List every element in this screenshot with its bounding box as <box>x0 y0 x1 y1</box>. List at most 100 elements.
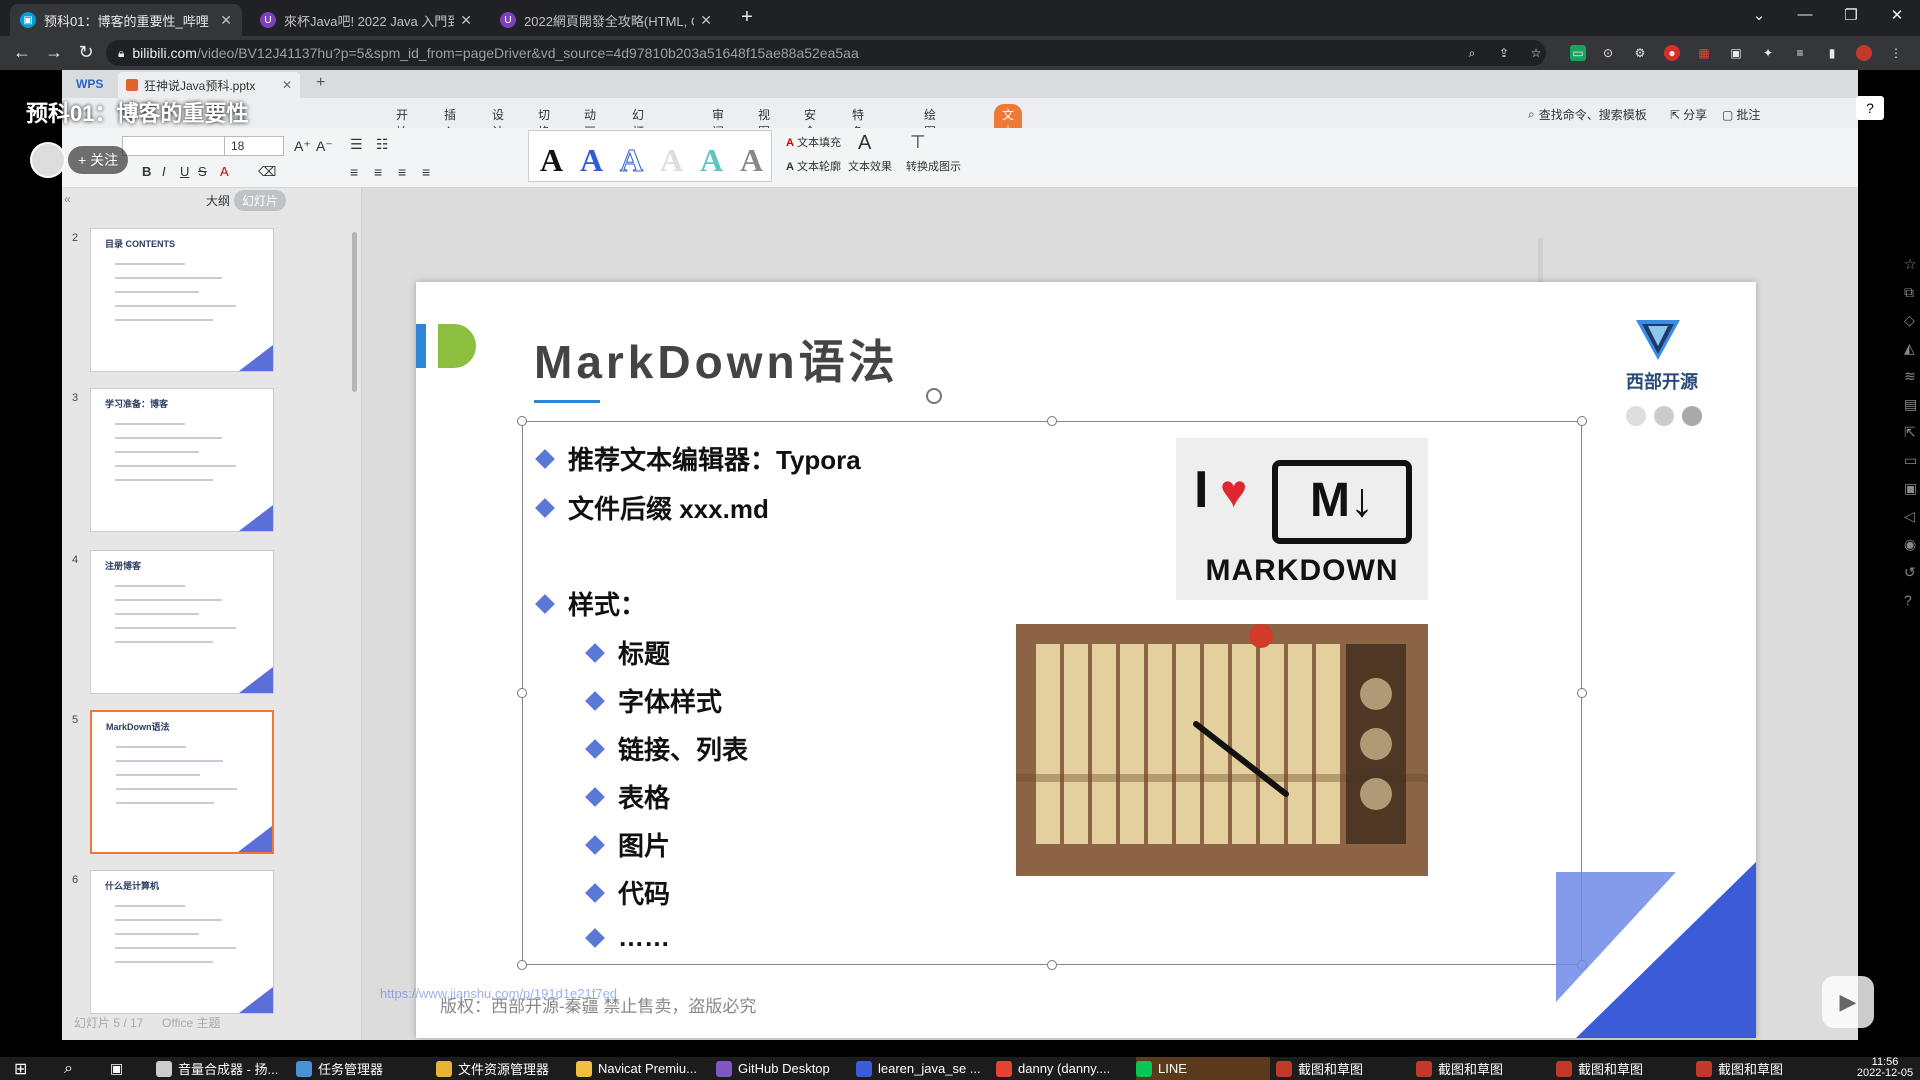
puzzle-icon[interactable]: ✦ <box>1760 45 1776 61</box>
font-size-select[interactable]: 18 <box>224 136 284 156</box>
sidebar-archive-icon[interactable]: ▭ <box>1904 452 1917 469</box>
tab-outline[interactable]: 大纲 <box>206 192 230 209</box>
extension-icon[interactable]: ⊙ <box>1600 45 1616 61</box>
wps-document-tab[interactable]: 狂神说Java预科.pptx ✕ <box>118 72 300 98</box>
sidebar-image-icon[interactable]: ▣ <box>1904 480 1917 497</box>
tab-slides[interactable]: 幻灯片 <box>234 190 287 211</box>
slide-thumbnail[interactable]: 目录 CONTENTS <box>90 228 274 372</box>
taskbar-app[interactable]: 截图和草图 <box>1416 1057 1550 1080</box>
taskbar-app[interactable]: 截图和草图 <box>1556 1057 1690 1080</box>
tab-web-course[interactable]: U 2022網頁開發全攻略(HTML, CS ✕ <box>490 4 722 36</box>
decrease-font-icon[interactable]: A⁻ <box>316 138 333 155</box>
text-style-preset[interactable]: A <box>660 142 683 179</box>
taskbar-app[interactable]: Navicat Premiu... <box>576 1057 710 1080</box>
extension-cast-icon[interactable]: ▭ <box>1570 45 1586 61</box>
sidebar-copy-icon[interactable]: ⧉ <box>1904 284 1914 301</box>
video-player[interactable]: WPS 狂神说Java预科.pptx ✕ + 开始插入设计切换动画幻灯片放映审阅… <box>0 70 1920 1057</box>
start-button[interactable]: ⊞ <box>14 1057 27 1080</box>
align-center-icon[interactable]: ≡ <box>374 164 382 180</box>
new-document-button[interactable]: + <box>316 74 325 92</box>
wps-home-tab[interactable]: WPS <box>68 74 111 94</box>
font-color-icon[interactable]: A <box>220 164 229 179</box>
slide-thumbnail[interactable]: 学习准备：博客 <box>90 388 274 532</box>
slide-thumbnail[interactable]: 什么是计算机 <box>90 870 274 1014</box>
increase-font-icon[interactable]: A⁺ <box>294 138 311 155</box>
reading-list-icon[interactable]: ≡ <box>1792 45 1808 61</box>
task-view-icon[interactable]: ▣ <box>110 1057 123 1080</box>
rotate-handle[interactable] <box>926 388 942 404</box>
resize-handle[interactable] <box>1047 416 1057 426</box>
extension-box-icon[interactable]: ▣ <box>1728 45 1744 61</box>
close-window-button[interactable]: ✕ <box>1882 6 1912 24</box>
back-button[interactable]: ← <box>10 42 34 63</box>
align-left-icon[interactable]: ≡ <box>350 164 358 180</box>
bullet-list-icon[interactable]: ☰ <box>350 136 363 153</box>
slide-thumbnail[interactable]: MarkDown语法 <box>90 710 274 854</box>
bold-icon[interactable]: B <box>142 164 151 179</box>
sidebar-star-icon[interactable]: ☆ <box>1904 256 1917 273</box>
text-style-preset[interactable]: A <box>619 142 643 179</box>
share-button[interactable]: ⇱ 分享 <box>1670 106 1707 123</box>
follow-button[interactable]: + 关注 <box>68 146 129 174</box>
text-style-preset[interactable]: A <box>740 142 763 179</box>
convert-diagram-button[interactable]: 转换成图示 <box>906 158 961 174</box>
collapse-pane-icon[interactable]: « <box>64 192 71 206</box>
clear-format-icon[interactable]: ⌫ <box>258 164 276 180</box>
justify-icon[interactable]: ≡ <box>422 164 430 180</box>
resize-handle[interactable] <box>1047 960 1057 970</box>
italic-icon[interactable]: I <box>162 164 166 179</box>
text-style-gallery[interactable] <box>528 130 772 182</box>
text-style-preset[interactable]: A <box>700 142 723 179</box>
text-outline-button[interactable]: A 文本轮廓 <box>786 158 841 174</box>
settings-extension-icon[interactable]: ⚙ <box>1632 45 1648 61</box>
underline-icon[interactable]: U <box>180 164 189 179</box>
taskbar-app[interactable]: 截图和草图 <box>1276 1057 1410 1080</box>
sidebar-shape-icon[interactable]: ◇ <box>1904 312 1915 329</box>
taskbar-app[interactable]: 音量合成器 - 扬... <box>156 1057 290 1080</box>
close-tab-icon[interactable]: ✕ <box>220 12 232 29</box>
align-right-icon[interactable]: ≡ <box>398 164 406 180</box>
sidebar-share-icon[interactable]: ⇱ <box>1904 424 1916 441</box>
resize-handle[interactable] <box>517 416 527 426</box>
lock-icon[interactable]: 🔒︎ <box>118 46 124 61</box>
taskbar-app[interactable]: GitHub Desktop <box>716 1057 850 1080</box>
taskbar-app[interactable]: LINE <box>1136 1057 1270 1080</box>
text-fill-button[interactable]: A 文本填充 <box>786 134 841 150</box>
text-effect-button[interactable]: 文本效果 <box>848 158 892 174</box>
restore-button[interactable]: ❐ <box>1836 6 1866 24</box>
sidebar-history-icon[interactable]: ↺ <box>1904 564 1916 581</box>
bookmark-star-icon[interactable]: ☆ <box>1528 45 1544 61</box>
numbered-list-icon[interactable]: ☷ <box>376 136 389 153</box>
danmaku-icon[interactable]: ? <box>1856 96 1884 120</box>
text-style-preset[interactable]: A <box>540 142 563 179</box>
tab-search-icon[interactable]: ⌄ <box>1744 6 1774 24</box>
taskbar-app[interactable]: danny (danny.... <box>996 1057 1130 1080</box>
taskbar-app[interactable]: 文件资源管理器 <box>436 1057 570 1080</box>
side-panel-icon[interactable]: ▮ <box>1824 45 1840 61</box>
tab-java-course[interactable]: U 來杯Java吧! 2022 Java 入門到 ✕ <box>250 4 482 36</box>
close-icon[interactable]: ✕ <box>282 78 292 92</box>
resize-handle[interactable] <box>517 960 527 970</box>
sidebar-table-icon[interactable]: ▤ <box>1904 396 1917 413</box>
sidebar-record-icon[interactable]: ◉ <box>1904 536 1916 553</box>
text-style-preset[interactable]: A <box>580 142 603 179</box>
play-button[interactable]: ▶ <box>1822 976 1874 1028</box>
taskbar-app[interactable]: 截图和草图 <box>1696 1057 1830 1080</box>
tab-bilibili-video[interactable]: ▣ 预科01：博客的重要性_哔哩 ✕ <box>10 4 242 36</box>
link-text[interactable]: https://www.jianshu.com/p/191d1e21f7ed <box>380 986 617 1001</box>
sidebar-help-icon[interactable]: ? <box>1904 592 1912 608</box>
resize-handle[interactable] <box>517 688 527 698</box>
slide[interactable]: MarkDown语法 西部开源 推荐文本编辑器：Typora 文件后缀 xxx.… <box>416 282 1756 1038</box>
search-icon[interactable]: ⌕ <box>64 1057 73 1080</box>
taskbar-app[interactable]: 任务管理器 <box>296 1057 430 1080</box>
extension-red-icon[interactable]: ● <box>1664 45 1680 61</box>
taskbar-app[interactable]: learen_java_se ... <box>856 1057 990 1080</box>
minimize-button[interactable]: — <box>1790 6 1820 23</box>
uploader-avatar[interactable] <box>30 142 66 178</box>
sidebar-fill-icon[interactable]: ◭ <box>1904 340 1915 357</box>
reload-button[interactable]: ↻ <box>74 42 98 63</box>
resize-handle[interactable] <box>1577 688 1587 698</box>
strikethrough-icon[interactable]: S <box>198 164 207 179</box>
command-search[interactable]: ⌕ 查找命令、搜索模板 <box>1528 106 1647 123</box>
sidebar-audio-icon[interactable]: ◁ <box>1904 508 1915 525</box>
